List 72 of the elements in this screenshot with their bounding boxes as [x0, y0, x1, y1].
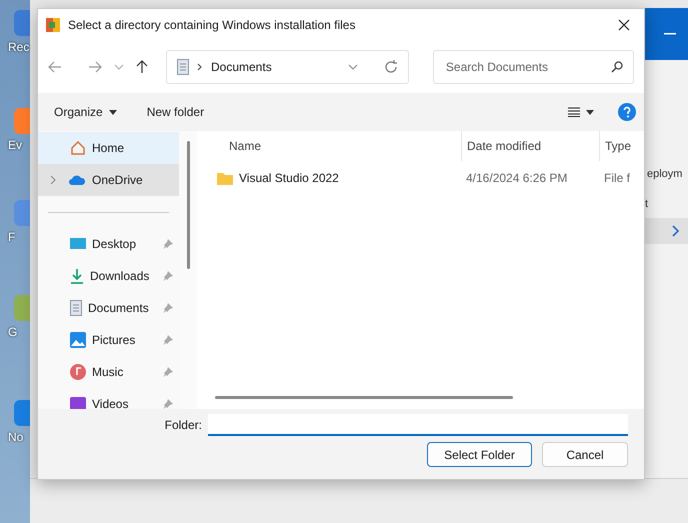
app-icon[interactable] — [14, 400, 30, 426]
date-cell-text: 4/16/2024 6:26 PM — [465, 171, 568, 185]
sidebar-item[interactable]: OneDrive — [38, 164, 179, 196]
pin-icon — [163, 335, 173, 345]
scrollbar-thumb[interactable] — [186, 141, 190, 269]
picture-icon — [70, 332, 86, 348]
pin-icon — [163, 239, 173, 249]
search-icon — [611, 61, 623, 73]
chevron-right-icon — [50, 175, 56, 185]
column-header[interactable]: Type — [599, 131, 644, 161]
up-button[interactable] — [136, 60, 148, 74]
sidebar-item[interactable]: Home — [38, 132, 179, 164]
caret-icon — [108, 110, 117, 114]
caret-icon — [586, 110, 594, 114]
app-icon[interactable] — [14, 10, 30, 36]
app-logo-icon — [46, 18, 60, 32]
folder-icon — [217, 172, 233, 184]
desktop-label: Rec — [8, 40, 30, 54]
sidebar-item[interactable]: Documents — [38, 292, 179, 324]
file-name: Visual Studio 2022 — [239, 171, 339, 185]
arrow-up-icon — [136, 60, 148, 74]
folder-label: Folder: — [164, 418, 202, 432]
pin-icon — [163, 399, 173, 409]
search-field[interactable]: Search Documents — [432, 50, 634, 84]
address-bar[interactable]: Documents — [166, 50, 409, 84]
sidebar-item[interactable]: Videos — [38, 388, 179, 409]
window-title: Select a directory containing Windows installation files — [68, 18, 356, 32]
help-icon[interactable] — [618, 103, 636, 121]
cancel-button[interactable]: Cancel — [542, 442, 628, 467]
arrow-right-icon — [88, 61, 102, 73]
scrollbar-thumb[interactable] — [215, 396, 513, 399]
column-header[interactable]: Name — [197, 131, 461, 161]
refresh-icon — [384, 60, 398, 74]
column-header[interactable]: Date modified — [461, 131, 599, 161]
forward-button[interactable] — [88, 61, 102, 73]
organize-button[interactable]: Organize — [48, 101, 123, 123]
pin-icon — [163, 303, 173, 313]
folder-input[interactable] — [208, 414, 628, 436]
music-note-icon — [70, 364, 86, 380]
type-cell-text: File f — [603, 171, 632, 185]
desktop-label: G — [8, 325, 18, 339]
download-icon — [70, 268, 84, 284]
desktop-label: No — [8, 430, 24, 444]
background-text: eploym — [647, 168, 682, 180]
minimize-icon — [664, 33, 676, 35]
list-view-icon — [568, 107, 580, 117]
recent-button[interactable] — [114, 64, 124, 70]
chevron-down-icon — [114, 64, 124, 70]
desktop-label: Ev — [8, 138, 22, 152]
back-button[interactable] — [48, 61, 62, 73]
desktop-icon — [70, 237, 86, 251]
desktop-label: F — [8, 230, 16, 244]
document-icon — [70, 300, 82, 316]
select-folder-button[interactable]: Select Folder — [427, 442, 532, 467]
new-folder-button[interactable]: New folder — [140, 101, 210, 123]
sidebar-item[interactable]: Music — [38, 356, 179, 388]
chevron-right-icon — [197, 63, 203, 71]
chevron-right-icon — [672, 225, 680, 237]
film-icon — [70, 397, 86, 409]
pin-icon — [163, 367, 173, 377]
file-row[interactable]: Visual Studio 2022 4/16/2024 6:26 PM File f — [197, 166, 644, 190]
house-icon — [70, 140, 86, 156]
chevron-down-icon — [348, 64, 358, 70]
background-text: t — [645, 198, 648, 210]
arrow-left-icon — [48, 61, 62, 73]
sidebar-item[interactable]: Desktop — [38, 228, 179, 260]
document-icon — [177, 59, 189, 75]
sidebar-item[interactable]: Pictures — [38, 324, 179, 356]
close-icon — [618, 19, 630, 31]
sidebar-item[interactable]: Downloads — [38, 260, 179, 292]
cloud-icon — [68, 174, 86, 186]
pin-icon — [163, 271, 173, 281]
